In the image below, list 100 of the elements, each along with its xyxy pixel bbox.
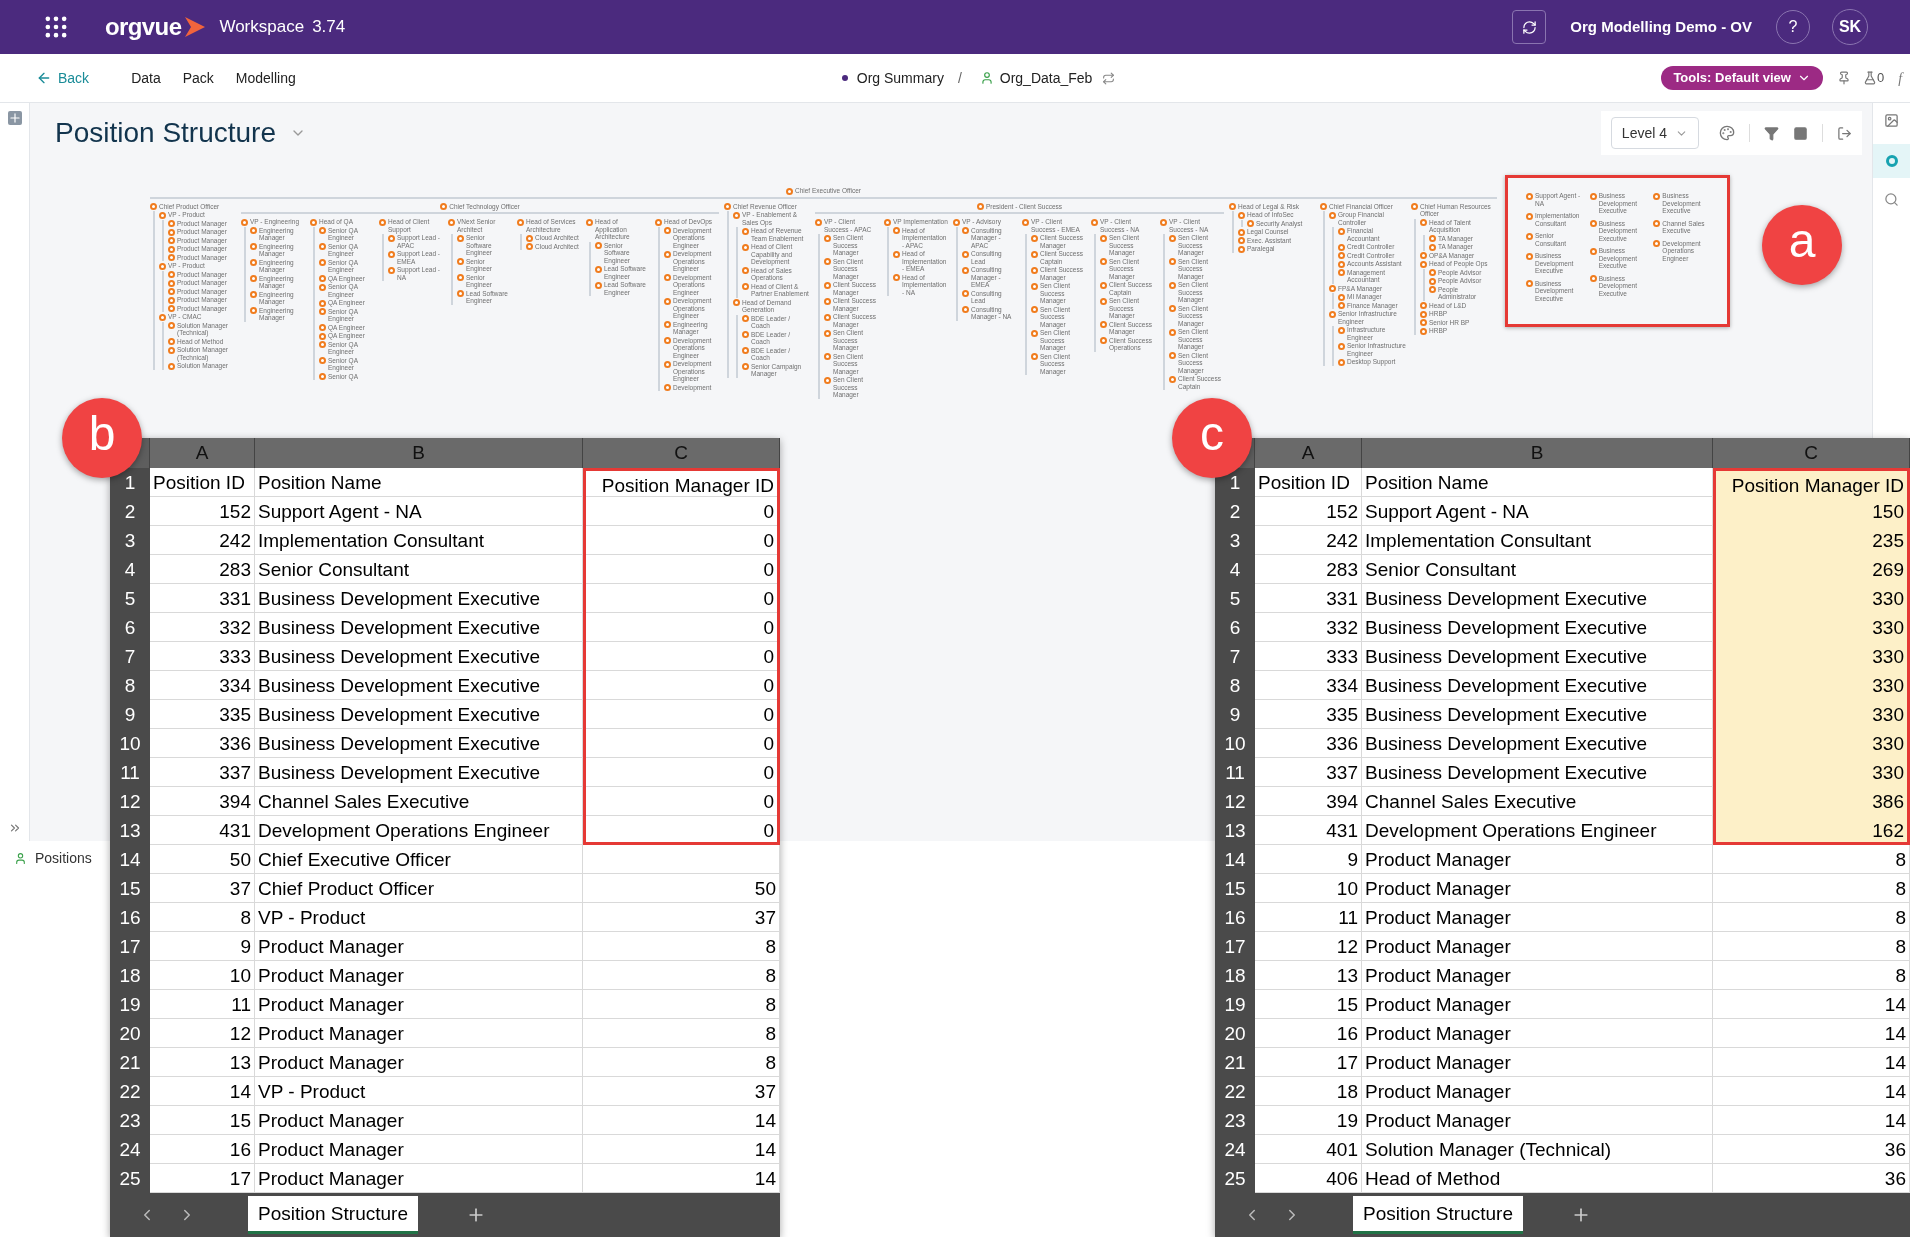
position-node-icon [168, 322, 175, 329]
table-cell: 337 [1255, 758, 1362, 787]
square-icon[interactable] [1793, 125, 1808, 141]
image-icon[interactable] [1884, 113, 1899, 128]
flask-icon[interactable] [1862, 71, 1877, 85]
position-node-icon [1091, 218, 1098, 226]
position-node-icon [786, 187, 793, 195]
table-cell: Product Manager [1362, 845, 1713, 874]
pin-icon[interactable] [1836, 71, 1851, 85]
menu-item[interactable]: Data [131, 67, 161, 89]
table-cell: 14 [1713, 1048, 1910, 1077]
filter-icon[interactable] [1764, 125, 1779, 141]
position-node-icon [893, 274, 900, 281]
row-number: 22 [110, 1077, 150, 1106]
menu-item[interactable]: Modelling [235, 67, 296, 89]
version-text: 3.74 [312, 16, 346, 39]
table-cell: Channel Sales Executive [255, 787, 583, 816]
row-number: 16 [1215, 903, 1255, 932]
table-cell: Implementation Consultant [255, 526, 583, 555]
table-cell: 8 [1713, 903, 1910, 932]
position-node-icon [664, 384, 671, 391]
row-number: 24 [1215, 1135, 1255, 1164]
position-node-icon [824, 353, 831, 360]
position-node-icon [1526, 212, 1533, 220]
tree-view-tab[interactable] [1872, 144, 1910, 178]
table-cell: 18 [1255, 1077, 1362, 1106]
position-node-icon [742, 331, 749, 338]
table-cell: 8 [583, 1019, 780, 1048]
position-node-icon [664, 227, 671, 234]
project-name[interactable]: Org Modelling Demo - OV [1570, 15, 1752, 39]
row-number: 22 [1215, 1077, 1255, 1106]
table-cell: 0 [583, 613, 780, 642]
table-cell: 37 [583, 903, 780, 932]
position-node-icon [815, 218, 822, 226]
table-cell: 269 [1713, 555, 1910, 584]
position-node-icon [1247, 220, 1254, 227]
position-node-icon [250, 227, 257, 234]
row-number: 12 [1215, 787, 1255, 816]
breadcrumb-link[interactable]: Org Summary [856, 67, 944, 89]
position-node-icon [1589, 275, 1597, 282]
position-node-icon [1031, 306, 1038, 313]
position-node-icon [742, 315, 749, 322]
refresh-button[interactable] [1512, 10, 1547, 44]
table-cell: 0 [583, 700, 780, 729]
formula-text[interactable]: f [1898, 67, 1902, 89]
menu-item[interactable]: Pack [182, 67, 214, 89]
row-number: 17 [110, 932, 150, 961]
table-cell: 332 [150, 613, 255, 642]
row-number: 4 [110, 555, 150, 584]
panel-label[interactable]: Positions [35, 847, 92, 869]
breadcrumb-link[interactable]: Org_Data_Feb [999, 67, 1093, 89]
row-number: 5 [110, 584, 150, 613]
table-cell: 0 [583, 729, 780, 758]
table-cell: 330 [1713, 613, 1910, 642]
position-node-icon [1169, 234, 1176, 242]
table-cell: 394 [150, 787, 255, 816]
palette-icon[interactable] [1719, 125, 1735, 141]
table-cell: 401 [1255, 1135, 1362, 1164]
table-cell: 14 [1713, 1077, 1910, 1106]
table-cell: 16 [1255, 1019, 1362, 1048]
position-node-icon [664, 250, 671, 258]
repeat-icon[interactable] [1102, 71, 1116, 85]
position-node-icon [586, 218, 593, 226]
table-cell: Support Agent - NA [255, 497, 583, 526]
table-cell: VP - Product [255, 903, 583, 932]
back-link[interactable]: Back [36, 67, 90, 89]
position-node-icon [250, 307, 257, 314]
position-node-icon [962, 266, 969, 274]
table-cell: 335 [1255, 700, 1362, 729]
table-cell: 330 [1713, 584, 1910, 613]
table-cell: Product Manager [255, 990, 583, 1019]
table-cell: 9 [1255, 845, 1362, 874]
tools-button[interactable]: Tools: Default view [1661, 66, 1823, 90]
sheet-tab[interactable]: Position Structure [248, 1196, 418, 1234]
position-node-icon [962, 306, 969, 313]
row-number: 21 [1215, 1048, 1255, 1077]
search-icon[interactable] [1884, 192, 1899, 207]
position-node-icon [655, 218, 662, 226]
table-cell: 17 [1255, 1048, 1362, 1077]
sheet-tab[interactable]: Position Structure [1353, 1196, 1523, 1234]
level-dropdown[interactable]: Level 4 [1610, 117, 1699, 149]
table-cell: 37 [150, 874, 255, 903]
table-cell: 283 [1255, 555, 1362, 584]
position-node-icon [1526, 232, 1533, 240]
row-number: 20 [1215, 1019, 1255, 1048]
position-node-icon [150, 203, 157, 210]
table-cell: 431 [1255, 816, 1362, 845]
position-node-icon [733, 211, 740, 219]
export-icon[interactable] [1837, 125, 1852, 141]
table-cell: Product Manager [1362, 903, 1713, 932]
row-number: 7 [1215, 642, 1255, 671]
position-node-icon [250, 259, 257, 266]
table-cell: 14 [150, 1077, 255, 1106]
table-cell: 10 [1255, 874, 1362, 903]
table-cell: 333 [1255, 642, 1362, 671]
position-node-icon [824, 297, 831, 305]
position-node-icon [1169, 375, 1176, 383]
add-icon[interactable] [7, 111, 22, 125]
row-number: 19 [110, 990, 150, 1019]
position-node-icon [595, 242, 602, 249]
